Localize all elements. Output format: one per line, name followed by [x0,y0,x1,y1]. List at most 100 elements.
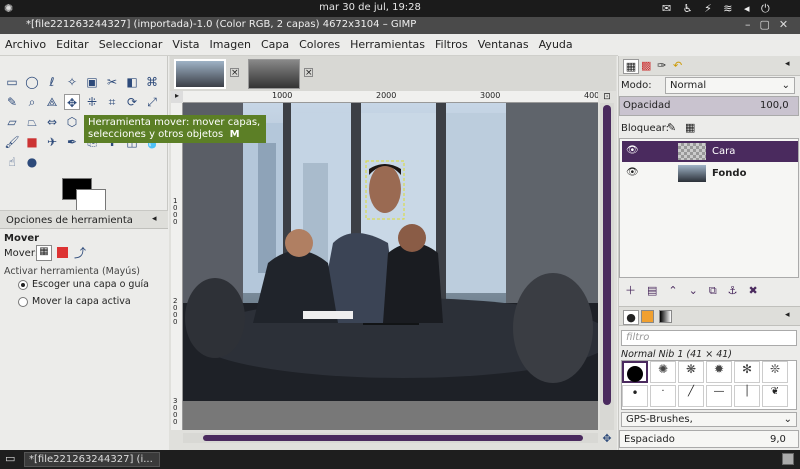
brush-item[interactable]: │ [734,385,760,407]
brush-item[interactable]: ― [706,385,732,407]
layer-actions-bar[interactable]: ＋▤⌃⌄⧉⚓✖ [619,282,799,300]
brush-item[interactable]: ✻ [734,361,760,383]
horizontal-scroll-thumb[interactable] [203,435,583,441]
close-tab-1-icon[interactable]: × [230,68,239,78]
brush-grid[interactable]: ✺ ❋ ✹ ✻ ❊ • · ╱ ― │ ❦ [621,360,797,410]
menu-colores[interactable]: Colores [294,34,345,51]
menu-ayuda[interactable]: Ayuda [534,34,578,51]
brush-item[interactable]: ❦ [762,385,788,407]
move-active-option[interactable]: Mover la capa activa [18,296,131,307]
brush-item[interactable]: ✺ [650,361,676,383]
brush-item[interactable]: · [650,385,676,407]
airbrush-icon[interactable]: ✈ [44,134,60,150]
eraser-icon[interactable]: ■ [24,134,40,150]
close-tab-2-icon[interactable]: × [304,68,313,78]
perspective-icon[interactable]: ⏢ [24,114,40,130]
shear-icon[interactable]: ▱ [4,114,20,130]
layer-row-fondo[interactable]: 👁 Fondo [622,163,798,184]
menu-imagen[interactable]: Imagen [205,34,256,51]
layer-row-cara[interactable]: 👁 Cara [622,141,798,162]
brushes-dock-menu-icon[interactable]: ◂ [785,310,790,320]
menu-seleccionar[interactable]: Seleccionar [94,34,168,51]
layers-dock-menu-icon[interactable]: ◂ [785,59,790,69]
background-color-swatch[interactable] [76,189,106,211]
channels-tab-icon[interactable]: ▩ [641,59,651,72]
zoom-icon[interactable]: ⌕ [24,94,40,110]
flip-icon[interactable]: ⇔ [44,114,60,130]
menu-archivo[interactable]: Archivo [0,34,51,51]
horizontal-scrollbar[interactable] [183,433,598,443]
quick-mask-corner-icon[interactable]: ▸ [171,91,183,103]
dodge-burn-icon[interactable]: ● [24,154,40,170]
tab-menu-icon[interactable]: ◂ [152,214,157,224]
layer-name[interactable]: Fondo [712,168,746,179]
color-picker-icon[interactable]: ✎ [4,94,20,110]
cage-icon[interactable]: ⬡ [64,114,80,130]
brush-item[interactable]: ✹ [706,361,732,383]
move-layer-mode-icon[interactable]: ▦ [36,245,52,261]
pick-layer-option[interactable]: Escoger una capa o guía [18,279,149,290]
brush-item[interactable]: ❋ [678,361,704,383]
image-tab-1[interactable] [174,59,226,89]
navigate-icon[interactable]: ✥ [600,432,614,446]
spacing-slider[interactable]: Espaciado 9,0 [619,430,799,448]
brush-item[interactable]: • [622,385,648,407]
paths-icon[interactable]: ⌘ [144,74,160,90]
menu-herramientas[interactable]: Herramientas [345,34,430,51]
free-select-icon[interactable]: ℓ [44,74,60,90]
move-selection-mode-icon[interactable] [57,247,68,258]
menu-ventanas[interactable]: Ventanas [473,34,534,51]
tray-icons[interactable]: ✉ ♿ ⚡ ≋ ◂ ⏻ [662,2,774,16]
menu-editar[interactable]: Editar [51,34,94,51]
move-tool-icon[interactable]: ✥ [64,94,80,110]
gradients-tab-icon[interactable] [659,310,672,323]
scissors-icon[interactable]: ✂ [104,74,120,90]
scale-icon[interactable]: ⤢ [144,94,160,110]
opacity-slider[interactable]: Opacidad 100,0 [619,96,799,116]
vertical-ruler[interactable]: 1000 2000 3000 [171,103,183,430]
smudge-icon[interactable]: ☝ [4,154,20,170]
menu-capa[interactable]: Capa [256,34,294,51]
app-menu-icon[interactable]: ✺ [4,2,18,15]
undo-tab-icon[interactable]: ↶ [673,59,682,72]
align-icon[interactable]: ⁜ [84,94,100,110]
vertical-scrollbar[interactable] [600,103,614,430]
layer-name[interactable]: Cara [712,146,735,157]
measure-icon[interactable]: ⟁ [44,94,60,110]
canvas-viewport[interactable] [183,103,598,430]
vertical-scroll-thumb[interactable] [603,105,611,405]
horizontal-ruler[interactable]: 1000 2000 3000 4000 [183,91,598,103]
lock-alpha-icon[interactable]: ▦ [685,121,695,134]
brush-item[interactable]: ❊ [762,361,788,383]
layer-mode-select[interactable]: Normal ⌄ [665,77,795,94]
menu-vista[interactable]: Vista [167,34,204,51]
ink-icon[interactable]: ✒ [64,134,80,150]
lock-pixels-icon[interactable]: ✎ [667,121,676,134]
eye-icon[interactable]: 👁 [626,145,639,156]
image-tab-2[interactable] [248,59,300,89]
brush-filter-input[interactable]: filtro [621,330,797,346]
move-path-mode-icon[interactable]: ⤴ [74,244,86,261]
menu-filtros[interactable]: Filtros [430,34,473,51]
move-active-radio[interactable] [18,296,28,307]
clock[interactable]: mar 30 de jul, 19:28 [300,2,440,13]
paths-tab-icon[interactable]: ✑ [657,59,666,72]
brush-item[interactable]: ╱ [678,385,704,407]
crop-icon[interactable]: ⌗ [104,94,120,110]
layers-tab-icon[interactable]: ▦ [623,59,639,74]
ellipse-select-icon[interactable]: ◯ [24,74,40,90]
color-select-icon[interactable]: ▣ [84,74,100,90]
brush-set-select[interactable]: GPS-Brushes, ⌄ [621,412,797,427]
taskbar-item-gimp[interactable]: *[file221263244327] (i... [24,452,160,467]
tool-options-tab[interactable]: Opciones de herramienta ◂ [0,211,168,229]
eye-icon[interactable]: 👁 [626,167,639,178]
window-controls[interactable]: –▢✕ [745,18,797,31]
rect-select-icon[interactable]: ▭ [4,74,20,90]
foreground-select-icon[interactable]: ◧ [124,74,140,90]
rotate-icon[interactable]: ⟳ [124,94,140,110]
pick-layer-radio[interactable] [18,279,28,290]
brushes-tab-icon[interactable]: ● [623,310,639,325]
workspace-switcher-icon[interactable] [782,453,794,465]
zoom-fit-icon[interactable]: ⊡ [600,92,614,103]
show-desktop-icon[interactable]: ▭ [5,452,15,465]
